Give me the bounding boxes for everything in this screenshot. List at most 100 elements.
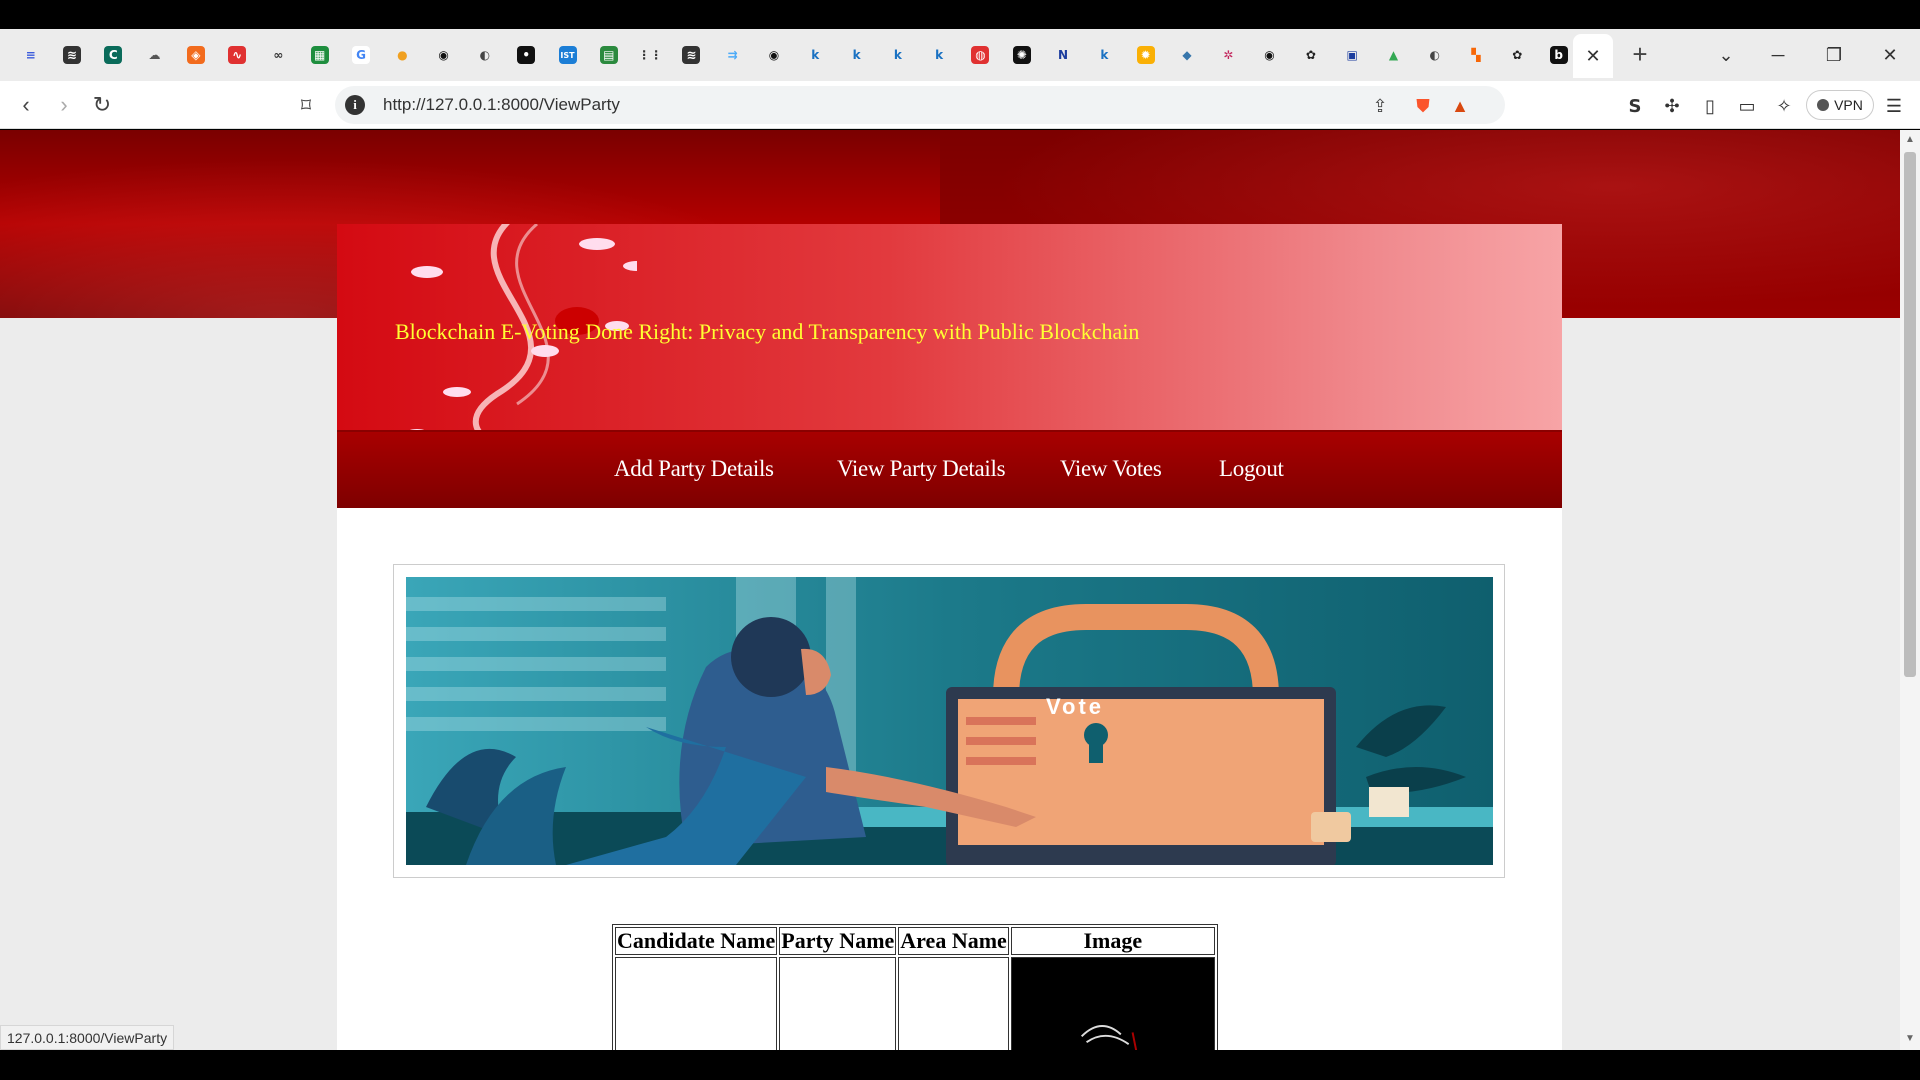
globe-icon: ◐ (475, 46, 494, 64)
sun-icon: ✹ (1136, 46, 1155, 64)
table-row (615, 957, 1215, 1050)
shield-orange-icon: ◈ (186, 46, 205, 64)
restore-icon[interactable]: ❐ (1816, 41, 1852, 69)
pinned-tab-6[interactable]: ∞ (258, 42, 299, 68)
pinned-tab-7[interactable]: ▦ (299, 42, 340, 68)
k-icon: k (847, 46, 866, 64)
pinned-tab-3[interactable]: ☁ (134, 42, 175, 68)
table-header-row: Candidate Name Party Name Area Name Imag… (615, 927, 1215, 955)
nav-logout[interactable]: Logout (1219, 456, 1284, 482)
extensions-icon[interactable]: ✣ (1658, 92, 1686, 120)
pinned-tab-0[interactable]: ≡ (10, 42, 51, 68)
github-icon: ◉ (434, 46, 453, 64)
pinned-tab-31[interactable]: ✿ (1290, 42, 1331, 68)
pinned-tab-18[interactable]: ◉ (753, 42, 794, 68)
pinned-tab-23[interactable]: ◍ (960, 42, 1001, 68)
wallet-icon[interactable]: ▭ (1733, 92, 1761, 120)
close-tab-icon[interactable]: ✕ (1585, 46, 1600, 67)
pinned-tab-22[interactable]: k (919, 42, 960, 68)
pinned-tab-10[interactable]: ◉ (423, 42, 464, 68)
brave-shield-icon[interactable]: ⛊ (1410, 93, 1436, 119)
reload-button[interactable]: ↻ (86, 89, 118, 121)
pinned-tab-35[interactable]: ▚ (1455, 42, 1496, 68)
pinned-tab-15[interactable]: ⋮⋮ (629, 42, 670, 68)
status-bar: 127.0.0.1:8000/ViewParty (0, 1025, 175, 1050)
sheet-green-icon: ▤ (599, 46, 618, 64)
back-button[interactable]: ‹ (10, 89, 42, 121)
pinned-tab-2[interactable]: C (93, 42, 134, 68)
github-icon: ◉ (1260, 46, 1279, 64)
scroll-up-icon[interactable]: ▲ (1905, 134, 1915, 145)
pinned-tab-25[interactable]: N (1042, 42, 1083, 68)
nav-view-party-details[interactable]: View Party Details (837, 456, 1006, 482)
pinned-tab-32[interactable]: ▣ (1332, 42, 1373, 68)
arrows-icon: ⇉ (723, 46, 742, 64)
nav-view-votes[interactable]: View Votes (1060, 456, 1162, 482)
tab-strip: ≡ ≋ C ☁ ◈ ∿ ∞ ▦ G ● ◉ ◐ • IST ▤ ⋮⋮ ≋ ⇉ ◉ k k k k ◍ ✺ Nk ✹ ◆ ✲ ◉ ✿ ▣ ▲ ◐ ▚ ✿… (0, 29, 1920, 81)
text-icon: ≋ (62, 46, 81, 64)
col-party-name: Party Name (779, 927, 897, 955)
site-banner: Blockchain E-Voting Done Right: Privacy … (337, 224, 1562, 432)
site-title: Blockchain E-Voting Done Right: Privacy … (395, 319, 1140, 344)
pinned-tab-26[interactable]: k (1084, 42, 1125, 68)
pinned-tab-30[interactable]: ◉ (1249, 42, 1290, 68)
forward-button[interactable]: › (48, 89, 80, 121)
pinned-tab-5[interactable]: ∿ (216, 42, 257, 68)
page-container: Blockchain E-Voting Done Right: Privacy … (337, 224, 1562, 1050)
c-logo-icon: C (104, 46, 123, 64)
share-icon[interactable]: ⇪ (1367, 93, 1393, 119)
pinned-tab-1[interactable]: ≋ (51, 42, 92, 68)
site-info-icon[interactable]: i (345, 95, 365, 115)
pinned-tab-16[interactable]: ≋ (671, 42, 712, 68)
pinned-tab-9[interactable]: ● (382, 42, 423, 68)
pinned-tab-17[interactable]: ⇉ (712, 42, 753, 68)
pinned-tab-4[interactable]: ◈ (175, 42, 216, 68)
pinned-tab-11[interactable]: ◐ (464, 42, 505, 68)
pinned-tab-24[interactable]: ✺ (1001, 42, 1042, 68)
cloud-icon: ☁ (145, 46, 164, 64)
leo-ai-icon[interactable]: ✧ (1770, 92, 1798, 120)
new-tab-button[interactable]: + (1625, 39, 1655, 69)
pinned-tab-12[interactable]: • (506, 42, 547, 68)
pinned-tab-19[interactable]: k (795, 42, 836, 68)
pinned-tab-33[interactable]: ▲ (1373, 42, 1414, 68)
brave-rewards-icon[interactable]: ▲ (1447, 93, 1473, 119)
pinned-tab-36[interactable]: ✿ (1497, 42, 1538, 68)
n-logo-icon: N (1054, 46, 1073, 64)
bookmark-icon[interactable]: ⌑ (290, 89, 322, 121)
vertical-scrollbar[interactable]: ▲ ▼ (1900, 130, 1920, 1050)
scroll-down-icon[interactable]: ▼ (1905, 1033, 1915, 1044)
main-nav: Add Party Details View Party Details Vie… (337, 432, 1562, 508)
pinned-tab-29[interactable]: ✲ (1208, 42, 1249, 68)
sidebar-icon[interactable]: ▯ (1696, 92, 1724, 120)
pinned-tab-20[interactable]: k (836, 42, 877, 68)
active-tab[interactable]: ✕ (1573, 34, 1613, 78)
col-image: Image (1010, 927, 1215, 955)
s-extension-icon[interactable]: S (1621, 92, 1649, 120)
pinned-tab-21[interactable]: k (877, 42, 918, 68)
pinned-tab-13[interactable]: IST (547, 42, 588, 68)
area-name-cell (898, 957, 1009, 1050)
party-image (1080, 1025, 1137, 1050)
k-icon: k (930, 46, 949, 64)
banner-image-frame: Vote (393, 564, 1505, 878)
k-icon: k (1095, 46, 1114, 64)
pinned-tab-27[interactable]: ✹ (1125, 42, 1166, 68)
menu-icon[interactable]: ☰ (1880, 92, 1908, 120)
url-text[interactable]: http://127.0.0.1:8000/ViewParty (383, 95, 620, 115)
drive-icon: ▲ (1384, 46, 1403, 64)
col-candidate-name: Candidate Name (615, 927, 778, 955)
pinned-tab-14[interactable]: ▤ (588, 42, 629, 68)
party-table: Candidate Name Party Name Area Name Imag… (612, 924, 1218, 1050)
scroll-thumb[interactable] (1904, 152, 1916, 677)
pinned-tab-28[interactable]: ◆ (1166, 42, 1207, 68)
vpn-button[interactable]: VPN (1806, 90, 1874, 120)
pinned-tab-8[interactable]: G (340, 42, 381, 68)
pinned-tab-34[interactable]: ◐ (1414, 42, 1455, 68)
tab-search-chevron-icon[interactable]: ⌄ (1708, 41, 1744, 69)
menu-lines-icon: ≡ (21, 46, 40, 64)
address-bar[interactable]: i http://127.0.0.1:8000/ViewParty ⇪ ⛊ ▲ (335, 86, 1505, 124)
nav-add-party-details[interactable]: Add Party Details (614, 456, 774, 482)
close-window-icon[interactable]: ✕ (1872, 41, 1908, 69)
minimize-icon[interactable]: ─ (1760, 41, 1796, 69)
